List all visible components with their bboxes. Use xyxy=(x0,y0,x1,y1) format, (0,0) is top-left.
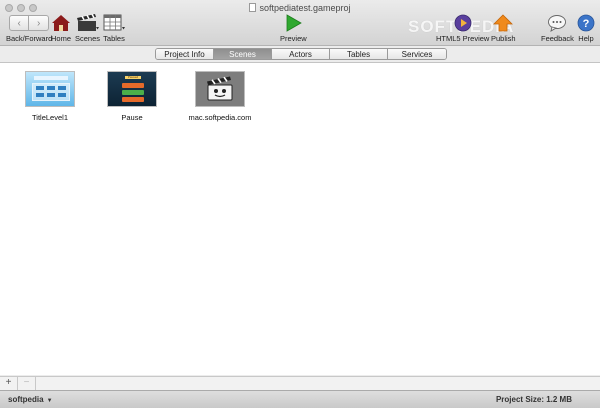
window-title: softpediatest.gameproj xyxy=(0,3,600,13)
tab-project-info[interactable]: Project Info xyxy=(156,49,214,59)
feedback-label: Feedback xyxy=(541,34,574,43)
help-button[interactable]: ? Help xyxy=(577,14,595,43)
upload-arrow-icon xyxy=(493,14,514,32)
project-size: Project Size: 1.2 MB xyxy=(495,395,572,404)
chevron-down-icon: ▼ xyxy=(46,398,53,404)
home-label: Home xyxy=(51,34,72,43)
tab-scenes[interactable]: Scenes xyxy=(214,49,272,59)
scene-name: mac.softpedia.com xyxy=(188,113,252,122)
home-icon xyxy=(52,15,70,31)
scenes-button[interactable]: Scenes xyxy=(75,14,100,43)
add-scene-button[interactable]: + xyxy=(0,377,18,390)
scene-thumbnail xyxy=(25,71,75,107)
forward-button[interactable]: › xyxy=(29,15,50,31)
remove-scene-button[interactable]: − xyxy=(18,377,36,390)
tables-label: Tables xyxy=(103,34,125,43)
document-icon xyxy=(249,3,257,12)
play-icon xyxy=(286,14,303,32)
speech-bubble-icon xyxy=(548,15,567,32)
back-button[interactable]: ‹ xyxy=(9,15,30,31)
html5-preview-label: HTML5 Preview xyxy=(436,34,490,43)
home-button[interactable]: Home xyxy=(51,14,71,43)
table-icon xyxy=(103,14,125,31)
scene-thumbnail xyxy=(195,71,245,107)
preview-label: Preview xyxy=(280,34,307,43)
scene-name: Pause xyxy=(121,113,143,122)
html5-preview-icon xyxy=(454,14,472,32)
user-menu[interactable]: softpedia ▼ xyxy=(8,395,53,404)
status-bar: softpedia ▼ Project Size: 1.2 MB xyxy=(0,390,600,408)
scenes-grid: TitleLevel1 Paused Pause mac.softpedia.c… xyxy=(0,62,600,375)
svg-text:?: ? xyxy=(583,18,590,30)
scene-item-titlelevel1[interactable]: TitleLevel1 xyxy=(10,71,90,122)
scene-thumbnail: Paused xyxy=(107,71,157,107)
tab-services[interactable]: Services xyxy=(388,49,446,59)
back-forward-control: ‹ › Back/Forward xyxy=(6,14,52,43)
paused-banner: Paused xyxy=(125,76,141,79)
window-title-text: softpediatest.gameproj xyxy=(259,3,351,13)
window-toolbar: softpediatest.gameproj ‹ › Back/Forward … xyxy=(0,0,600,46)
scene-name: TitleLevel1 xyxy=(32,113,68,122)
scene-item-mac-softpedia[interactable]: mac.softpedia.com xyxy=(180,71,260,122)
project-tabs: Project Info Scenes Actors Tables Servic… xyxy=(155,48,447,60)
tables-button[interactable]: Tables xyxy=(103,14,125,43)
clapperboard-icon xyxy=(76,14,99,31)
scenes-label: Scenes xyxy=(75,34,101,43)
scene-item-pause[interactable]: Paused Pause xyxy=(92,71,172,122)
tab-actors[interactable]: Actors xyxy=(272,49,330,59)
publish-label: Publish xyxy=(491,34,516,43)
help-icon: ? xyxy=(577,14,595,32)
clapperboard-icon xyxy=(207,76,233,101)
help-label: Help xyxy=(578,34,594,43)
feedback-button[interactable]: Feedback xyxy=(541,14,574,43)
tab-tables[interactable]: Tables xyxy=(330,49,388,59)
user-name: softpedia xyxy=(8,395,44,404)
html5-preview-button[interactable]: HTML5 Preview xyxy=(436,14,489,43)
publish-button[interactable]: Publish xyxy=(491,14,516,43)
back-forward-label: Back/Forward xyxy=(6,34,53,43)
add-remove-bar: + − xyxy=(0,376,600,390)
preview-button[interactable]: Preview xyxy=(280,14,307,43)
